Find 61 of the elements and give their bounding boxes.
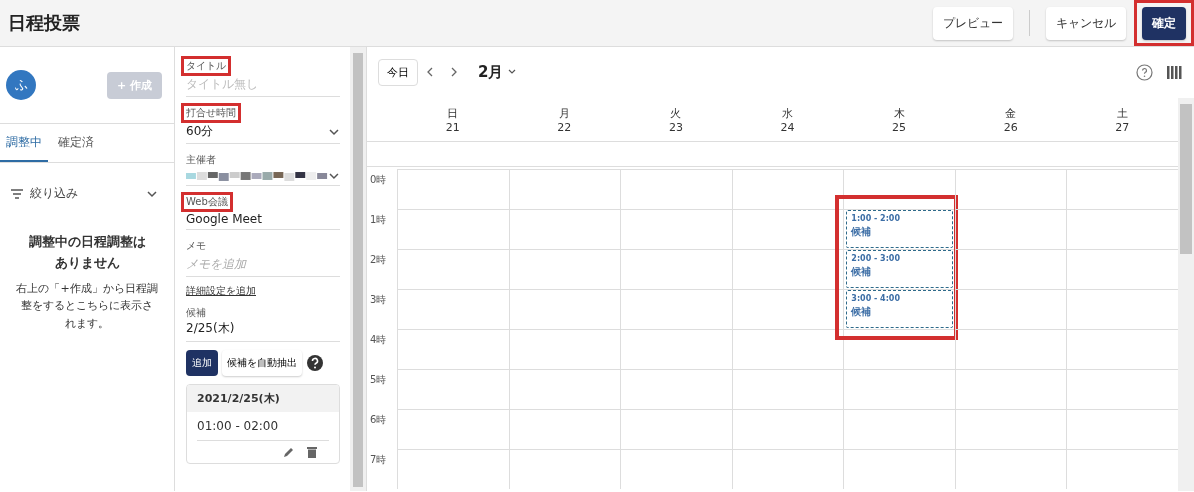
confirm-button[interactable]: 確定: [1142, 6, 1186, 40]
candidate-event[interactable]: 1:00 - 2:00 候補: [846, 210, 953, 248]
filter-label[interactable]: 絞り込み: [30, 185, 146, 202]
weekday-label: 水: [781, 107, 794, 121]
month-select[interactable]: 2月: [472, 61, 524, 83]
hour-label: 3時: [370, 294, 387, 305]
chevron-down-icon[interactable]: [328, 170, 340, 182]
chevron-left-icon[interactable]: [426, 66, 434, 78]
card-date: 2021/2/25(木): [187, 385, 339, 412]
today-button[interactable]: 今日: [378, 58, 418, 86]
weekday-label: 火: [669, 107, 683, 121]
date-label: 27: [1114, 121, 1131, 135]
weekday-label: 日: [446, 107, 460, 121]
date-label: 26: [1002, 121, 1019, 135]
field-label: メモ: [185, 239, 207, 253]
empty-message: 右上の「+作成」から日程調整をするとこちらに表示されます。: [16, 280, 158, 332]
duration-select[interactable]: 60分: [186, 123, 214, 140]
trash-icon[interactable]: [307, 446, 317, 458]
candidate-value: 2/25(木): [186, 320, 236, 337]
candidate-event[interactable]: 3:00 - 4:00 候補: [846, 290, 953, 328]
weekday-label: 金: [1004, 107, 1018, 121]
columns-icon[interactable]: [1167, 64, 1182, 80]
page-title: 日程投票: [8, 11, 81, 35]
weekday-label: 土: [1115, 107, 1129, 121]
field-label: タイトル: [181, 56, 231, 76]
tab[interactable]: 調整中: [0, 124, 48, 162]
add-button[interactable]: 追加: [186, 350, 218, 376]
date-label: 21: [444, 121, 461, 135]
field-label: Web会議: [181, 192, 233, 212]
date-label: 23: [667, 121, 684, 135]
hour-label: 0時: [370, 174, 387, 185]
avatar[interactable]: ふ: [6, 70, 36, 100]
date-label: 24: [779, 121, 796, 135]
date-label: 25: [891, 121, 908, 135]
filter-icon[interactable]: [10, 188, 24, 199]
weekday-label: 木: [892, 107, 906, 121]
scrollbar[interactable]: [350, 47, 366, 491]
empty-title: 調整中の日程調整はありません: [27, 233, 147, 272]
date-label: 22: [556, 121, 573, 135]
hour-label: 2時: [370, 254, 387, 265]
field-label: 主催者: [185, 153, 217, 167]
help-icon[interactable]: [306, 354, 324, 372]
scrollbar[interactable]: [1178, 98, 1194, 491]
advanced-settings-link[interactable]: 詳細設定を追加: [186, 284, 256, 298]
candidate-event[interactable]: 2:00 - 3:00 候補: [846, 250, 953, 288]
header-button[interactable]: キャンセル: [1046, 6, 1126, 40]
hour-label: 6時: [370, 414, 387, 425]
hour-label: 5時: [370, 374, 387, 385]
hour-label: 4時: [370, 334, 387, 345]
meeting-value: Google Meet: [186, 212, 262, 226]
chevron-right-icon[interactable]: [450, 66, 458, 78]
tab[interactable]: 確定済: [52, 124, 100, 162]
hour-label: 7時: [370, 454, 387, 465]
header-button[interactable]: プレビュー: [933, 6, 1013, 40]
weekday-label: 月: [557, 107, 571, 121]
field-label: 打合せ時間: [181, 103, 241, 123]
auto-extract-button[interactable]: 候補を自動抽出: [222, 350, 302, 376]
pencil-icon[interactable]: [283, 446, 295, 458]
field-label: 候補: [186, 306, 207, 320]
hour-label: 1時: [370, 214, 387, 225]
time-slot: 01:00 - 02:00: [197, 412, 329, 441]
